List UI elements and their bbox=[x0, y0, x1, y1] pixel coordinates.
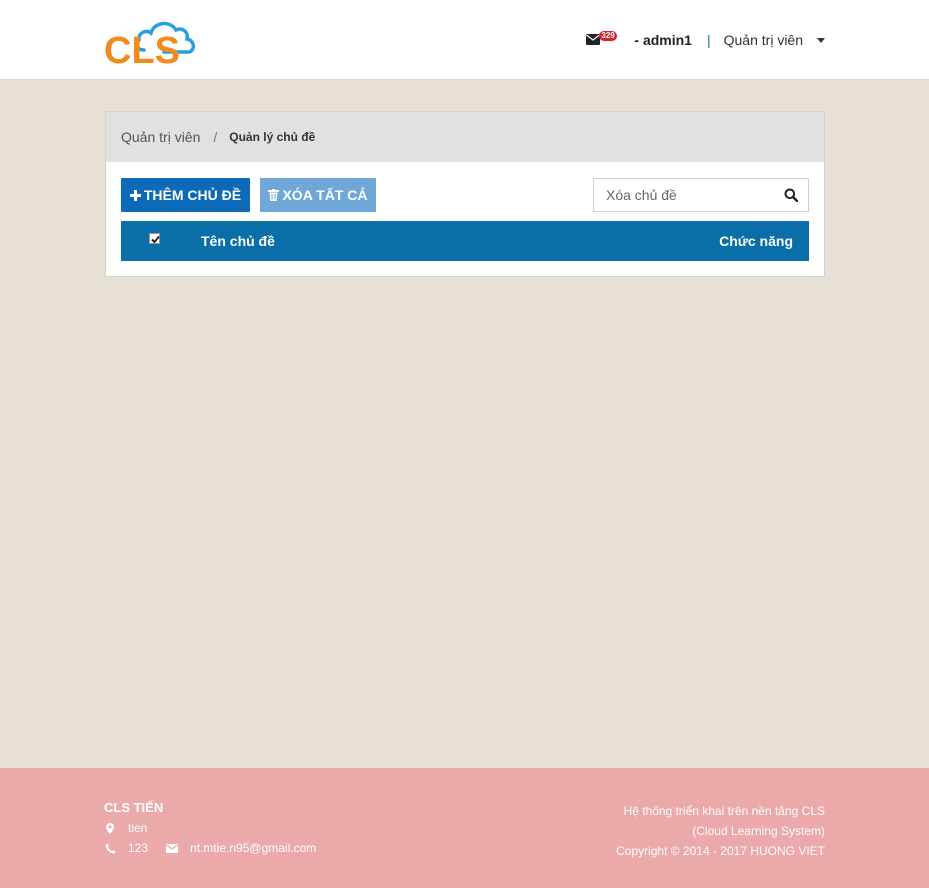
column-topic-name[interactable]: Tên chủ đề bbox=[201, 233, 275, 249]
footer-address-row: tien bbox=[104, 821, 147, 835]
breadcrumb: Quản trị viên / Quản lý chủ đề bbox=[106, 112, 824, 162]
role-dropdown[interactable]: Quản trị viên bbox=[724, 32, 803, 48]
nav-separator: | bbox=[706, 32, 711, 48]
footer-phone: 123 bbox=[128, 841, 149, 855]
plus-icon bbox=[129, 189, 141, 201]
breadcrumb-current: Quản lý chủ đề bbox=[229, 130, 316, 144]
table-header: Tên chủ đề Chức năng bbox=[121, 221, 809, 261]
breadcrumb-parent[interactable]: Quản trị viên bbox=[121, 129, 200, 145]
envelope-icon bbox=[586, 34, 601, 45]
search-input[interactable] bbox=[594, 179, 774, 211]
topic-management-panel: Quản trị viên / Quản lý chủ đề THÊM CHỦ … bbox=[105, 111, 825, 277]
top-header: CLS 329 - admin1 | Quản trị viên bbox=[0, 0, 929, 80]
footer-brand: CLS TIẾN bbox=[104, 800, 164, 815]
logo-text: CLS bbox=[104, 30, 180, 68]
checkbox-icon bbox=[151, 235, 160, 244]
caret-down-icon[interactable] bbox=[817, 37, 825, 43]
delete-all-label: XÓA TẤT CẢ bbox=[282, 187, 368, 203]
map-marker-icon bbox=[104, 822, 116, 834]
footer-address: tien bbox=[128, 821, 148, 835]
delete-all-button[interactable]: XÓA TẤT CẢ bbox=[260, 178, 376, 212]
footer-platform-line: Hệ thống triển khai trên nền tảng CLS bbox=[623, 804, 825, 818]
username[interactable]: - admin1 bbox=[634, 32, 692, 48]
user-nav: 329 - admin1 | Quản trị viên bbox=[586, 30, 825, 50]
mail-button[interactable]: 329 bbox=[586, 30, 617, 50]
column-actions: Chức năng bbox=[719, 233, 793, 249]
footer-contact-row: 123 nt.mtie.n95@gmail.com bbox=[104, 841, 316, 855]
breadcrumb-separator: / bbox=[213, 129, 218, 145]
add-topic-button[interactable]: THÊM CHỦ ĐỀ bbox=[121, 178, 250, 212]
site-footer: CLS TIẾN tien 123 nt.mtie.n95@gmail.com … bbox=[0, 768, 929, 888]
footer-copyright-line: Copyright © 2014 - 2017 HUONG VIET bbox=[616, 844, 825, 858]
select-all-checkbox[interactable] bbox=[149, 233, 160, 244]
topic-search bbox=[593, 178, 809, 212]
search-icon[interactable] bbox=[784, 188, 799, 207]
footer-system-line: (Cloud Learning System) bbox=[692, 824, 825, 838]
mail-count-badge: 329 bbox=[599, 31, 617, 41]
footer-copyright: Hệ thống triển khai trên nền tảng CLS (C… bbox=[616, 801, 825, 861]
envelope-icon bbox=[166, 843, 179, 853]
add-topic-label: THÊM CHỦ ĐỀ bbox=[143, 187, 242, 203]
phone-icon bbox=[104, 843, 116, 854]
cls-logo[interactable]: CLS bbox=[104, 14, 200, 72]
trash-icon bbox=[268, 189, 280, 201]
footer-email[interactable]: nt.mtie.n95@gmail.com bbox=[190, 841, 316, 855]
